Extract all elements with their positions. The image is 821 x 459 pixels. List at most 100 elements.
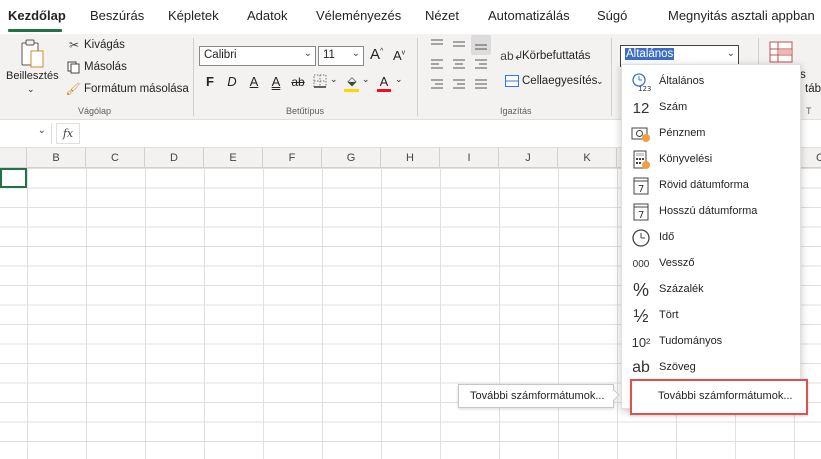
format-painter-button[interactable]: Formátum másolása [84, 83, 189, 95]
column-header-c[interactable]: C [86, 148, 145, 168]
borders-icon[interactable] [312, 73, 328, 89]
align-middle-icon[interactable] [450, 37, 468, 51]
underline-button[interactable]: A [244, 72, 264, 92]
active-tab-indicator [8, 29, 62, 32]
grid-column-line [145, 168, 146, 459]
align-center-icon[interactable] [450, 58, 468, 72]
align-right-icon[interactable] [472, 58, 490, 72]
svg-text:7: 7 [638, 210, 644, 221]
align-top-icon[interactable] [428, 37, 446, 51]
format-option-currency[interactable]: Pénznem [622, 121, 802, 147]
format-option-general[interactable]: 123 Általános [622, 69, 802, 95]
bold-button[interactable]: F [200, 72, 220, 92]
increase-indent-icon[interactable] [450, 78, 468, 92]
fill-color-icon[interactable]: ⬙ [344, 72, 360, 90]
format-option-short-date[interactable]: 7 Rövid dátumforma [622, 173, 802, 199]
clock-icon [630, 228, 652, 248]
wrap-text-button[interactable]: Körbefuttatás [522, 50, 590, 62]
scientific-icon: 10² [631, 334, 651, 350]
tab-view[interactable]: Nézet [425, 8, 459, 23]
paste-icon[interactable] [18, 38, 48, 70]
strikethrough-button[interactable]: ab [288, 72, 308, 92]
double-underline-button[interactable]: A [266, 72, 286, 92]
justify-icon[interactable] [472, 78, 490, 92]
merge-cells-button[interactable]: Cellaegyesítés [522, 75, 597, 87]
column-header-h[interactable]: H [381, 148, 440, 168]
insert-function-button[interactable]: fx [56, 123, 80, 144]
tab-insert[interactable]: Beszúrás [90, 8, 144, 23]
format-option-fraction[interactable]: ½ Tört [622, 303, 802, 329]
format-option-time[interactable]: Idő [622, 225, 802, 251]
fraction-icon: ½ [633, 305, 649, 326]
wrap-text-icon[interactable]: ab↲ [500, 48, 523, 64]
selected-cell[interactable] [0, 168, 27, 188]
open-in-desktop-app-button[interactable]: Megnyitás asztali appban [668, 8, 815, 23]
format-option-number[interactable]: 12 Szám [622, 95, 802, 121]
format-option-long-date[interactable]: 7 Hosszú dátumforma [622, 199, 802, 225]
copy-icon[interactable] [66, 60, 80, 74]
format-option-scientific[interactable]: 10² Tudományos [622, 329, 802, 355]
column-header-f[interactable]: F [263, 148, 322, 168]
font-size-combo[interactable]: 11 ⌄ [318, 46, 364, 66]
format-painter-icon[interactable]: 🖌 [65, 82, 80, 96]
format-option-label: Idő [659, 231, 675, 243]
format-option-accounting[interactable]: Könyvelési [622, 147, 802, 173]
paste-button[interactable]: Beillesztés [6, 70, 59, 82]
font-color-swatch [377, 89, 391, 92]
column-header-b[interactable]: B [27, 148, 86, 168]
italic-button[interactable]: D [222, 72, 242, 92]
conditional-format-icon[interactable] [768, 40, 794, 64]
font-family-value: Calibri [204, 49, 237, 61]
calendar-long-icon: 7 [630, 202, 652, 222]
ribbon-tab-bar: Kezdőlap Beszúrás Képletek Adatok Vélemé… [0, 0, 821, 34]
more-number-formats-button[interactable]: További számformátumok... [630, 379, 808, 415]
column-header-j[interactable]: J [499, 148, 558, 168]
tab-home[interactable]: Kezdőlap [8, 8, 66, 23]
align-left-icon[interactable] [428, 58, 446, 72]
tab-review[interactable]: Véleményezés [316, 8, 401, 23]
format-option-label: Pénznem [659, 127, 706, 139]
copy-button[interactable]: Másolás [84, 61, 127, 73]
clock-123-icon: 123 [630, 72, 652, 92]
grid-column-line [440, 168, 441, 459]
grid-column-line [322, 168, 323, 459]
column-header-a[interactable] [0, 148, 27, 168]
scissors-icon[interactable]: ✂ [67, 38, 81, 52]
format-option-percent[interactable]: % Százalék [622, 277, 802, 303]
decrease-font-icon[interactable]: Av [393, 48, 405, 63]
align-bottom-icon[interactable] [471, 35, 491, 55]
tab-formulas[interactable]: Képletek [168, 8, 219, 23]
merge-cells-icon[interactable] [505, 74, 519, 88]
name-box[interactable]: ⌄ [0, 123, 52, 144]
grid-column-line [263, 168, 264, 459]
column-header-i[interactable]: I [440, 148, 499, 168]
svg-text:123: 123 [638, 85, 651, 92]
chevron-down-icon: ⌄ [726, 48, 735, 59]
chevron-down-icon[interactable]: ⌄ [38, 125, 46, 136]
tab-automate[interactable]: Automatizálás [488, 8, 570, 23]
cut-button[interactable]: Kivágás [84, 39, 125, 51]
chevron-down-icon[interactable]: ⌄ [596, 76, 604, 87]
text-ab-icon: ab [632, 359, 650, 376]
format-option-text[interactable]: ab Szöveg [622, 355, 802, 381]
font-family-combo[interactable]: Calibri ⌄ [199, 46, 316, 66]
tab-help[interactable]: Súgó [597, 8, 627, 23]
column-header-k[interactable]: K [558, 148, 617, 168]
paste-chevron-icon[interactable]: ⌄ [27, 84, 35, 95]
column-header-d[interactable]: D [145, 148, 204, 168]
column-header-e[interactable]: E [204, 148, 263, 168]
chevron-down-icon[interactable]: ⌄ [362, 74, 370, 85]
chevron-down-icon: ⌄ [351, 48, 360, 59]
increase-font-icon[interactable]: A^ [370, 46, 383, 63]
decrease-indent-icon[interactable] [428, 78, 446, 92]
chevron-down-icon[interactable]: ⌄ [395, 74, 403, 85]
format-option-comma[interactable]: 000 Vessző [622, 251, 802, 277]
chevron-down-icon[interactable]: ⌄ [330, 74, 338, 85]
fill-color-swatch [344, 89, 359, 92]
tab-data[interactable]: Adatok [247, 8, 287, 23]
grid-column-line [499, 168, 500, 459]
format-option-label: Szám [659, 101, 688, 113]
group-divider [611, 38, 612, 116]
column-header-g[interactable]: G [322, 148, 381, 168]
group-divider [417, 38, 418, 116]
